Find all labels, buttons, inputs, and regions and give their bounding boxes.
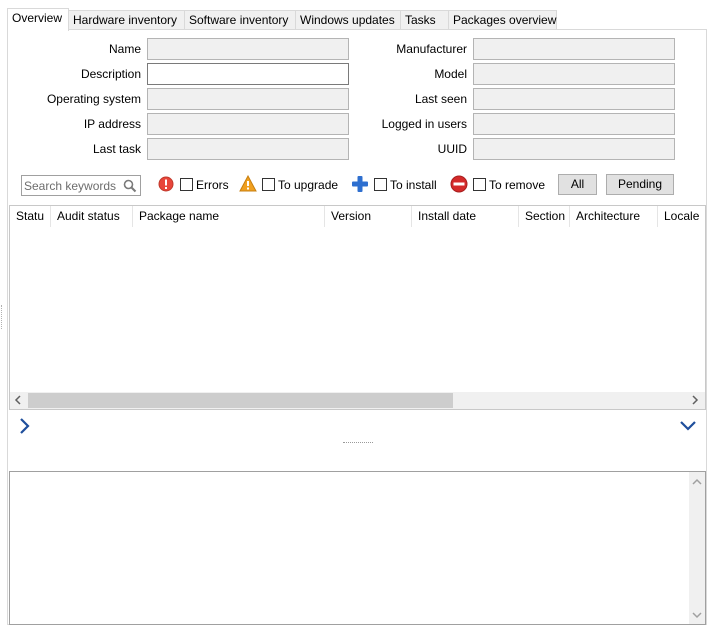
- chevron-right-icon[interactable]: [18, 417, 32, 435]
- tab-overview[interactable]: Overview: [7, 8, 69, 31]
- column-header-version[interactable]: Version: [325, 206, 412, 227]
- to-upgrade-checkbox[interactable]: [262, 178, 275, 191]
- model-label: Model: [434, 67, 467, 81]
- column-header-architecture[interactable]: Architecture: [570, 206, 658, 227]
- column-header-section[interactable]: Section: [519, 206, 570, 227]
- column-header-locale[interactable]: Locale: [658, 206, 705, 227]
- search-icon[interactable]: [123, 179, 137, 193]
- description-label: Description: [80, 67, 141, 81]
- tab-label: Windows updates: [300, 13, 395, 27]
- ip-address-label: IP address: [83, 117, 141, 131]
- operating-system-field[interactable]: [147, 88, 349, 110]
- last-seen-label: Last seen: [414, 92, 467, 106]
- warning-icon: [239, 175, 257, 192]
- tab-windows-updates[interactable]: Windows updates: [295, 10, 401, 30]
- tab-label: Tasks: [405, 13, 436, 27]
- name-field[interactable]: [147, 38, 349, 60]
- search-box[interactable]: [21, 175, 141, 196]
- manufacturer-label: Manufacturer: [396, 42, 467, 56]
- tab-label: Software inventory: [189, 13, 289, 27]
- name-label: Name: [108, 42, 141, 56]
- tab-label: Packages overview: [453, 13, 557, 27]
- search-input[interactable]: [23, 177, 120, 194]
- tab-label: Overview: [12, 11, 63, 25]
- column-header-install-date[interactable]: Install date: [412, 206, 519, 227]
- tab-hardware-inventory[interactable]: Hardware inventory: [68, 10, 185, 30]
- column-header-status[interactable]: Statu: [10, 206, 51, 227]
- model-field[interactable]: [473, 63, 675, 85]
- scroll-right-icon[interactable]: [690, 395, 700, 405]
- to-install-checkbox[interactable]: [374, 178, 387, 191]
- scroll-down-icon[interactable]: [692, 610, 702, 620]
- errors-label: Errors: [196, 178, 229, 192]
- column-header-package-name[interactable]: Package name: [133, 206, 325, 227]
- tab-software-inventory[interactable]: Software inventory: [184, 10, 296, 30]
- horizontal-scrollbar-thumb[interactable]: [28, 393, 453, 408]
- to-remove-checkbox[interactable]: [473, 178, 486, 191]
- tab-bar: Overview Hardware inventory Software inv…: [7, 8, 707, 31]
- plus-icon: [352, 176, 368, 192]
- to-remove-label: To remove: [489, 178, 546, 192]
- tab-label: Hardware inventory: [73, 13, 178, 27]
- splitter-grip[interactable]: [343, 442, 373, 445]
- last-task-label: Last task: [92, 142, 141, 156]
- description-field[interactable]: [147, 63, 349, 85]
- scroll-left-icon[interactable]: [13, 395, 23, 405]
- to-install-label: To install: [390, 178, 437, 192]
- uuid-label: UUID: [437, 142, 467, 156]
- chevron-down-icon[interactable]: [679, 419, 697, 433]
- error-icon: [158, 176, 174, 192]
- last-seen-field[interactable]: [473, 88, 675, 110]
- uuid-field[interactable]: [473, 138, 675, 160]
- last-task-field[interactable]: [147, 138, 349, 160]
- no-entry-icon: [450, 175, 468, 193]
- logged-in-users-field[interactable]: [473, 113, 675, 135]
- scroll-up-icon[interactable]: [692, 477, 702, 487]
- side-splitter-grip[interactable]: [1, 305, 4, 329]
- packages-grid[interactable]: Statu Audit status Package name Version …: [9, 205, 706, 410]
- operating-system-label: Operating system: [46, 92, 141, 106]
- column-header-audit-status[interactable]: Audit status: [51, 206, 133, 227]
- to-upgrade-label: To upgrade: [278, 178, 339, 192]
- vertical-scrollbar[interactable]: [689, 472, 705, 624]
- tab-packages-overview[interactable]: Packages overview: [448, 10, 557, 30]
- manufacturer-field[interactable]: [473, 38, 675, 60]
- logged-in-users-label: Logged in users: [381, 117, 467, 131]
- all-button[interactable]: All: [558, 174, 597, 195]
- details-memo[interactable]: [9, 471, 706, 625]
- ip-address-field[interactable]: [147, 113, 349, 135]
- tab-tasks[interactable]: Tasks: [400, 10, 449, 30]
- pending-button[interactable]: Pending: [606, 174, 674, 195]
- errors-checkbox[interactable]: [180, 178, 193, 191]
